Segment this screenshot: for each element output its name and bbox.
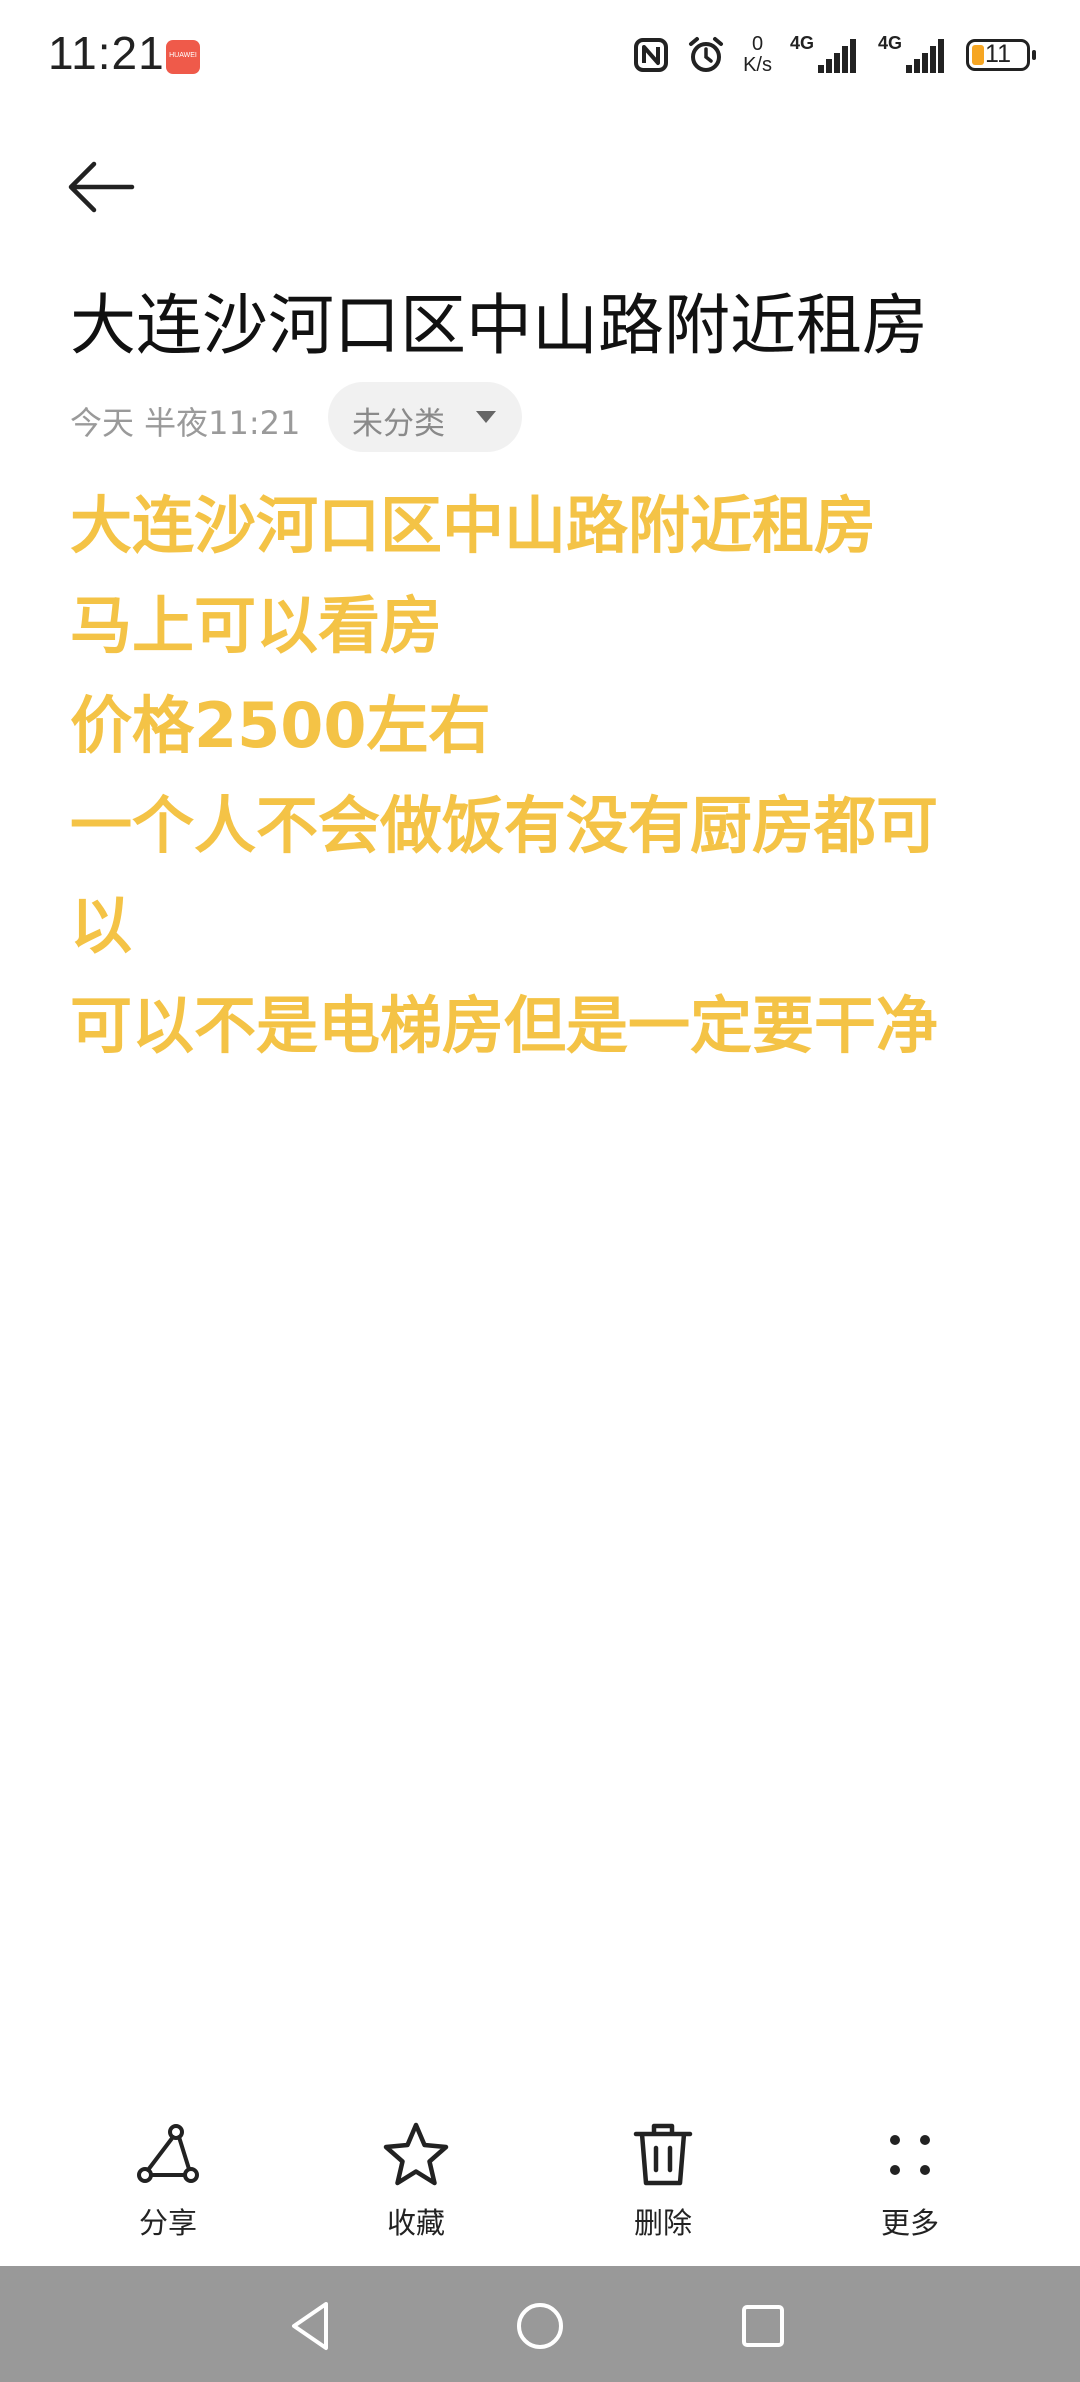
net-speed: 0 K/s bbox=[743, 34, 772, 76]
favorite-label: 收藏 bbox=[386, 2206, 445, 2240]
trash-icon bbox=[633, 2123, 693, 2186]
note-line: 一个人不会做饭有没有厨房都可 bbox=[70, 789, 939, 862]
note-line: 大连沙河口区中山路附近租房 bbox=[70, 489, 877, 562]
signal-1-label: 4G bbox=[790, 33, 815, 53]
status-icons: 0 K/s 4G 4G 11 bbox=[633, 30, 1036, 80]
nav-back-button[interactable] bbox=[282, 2296, 342, 2356]
battery-level: 11 bbox=[985, 40, 1011, 68]
share-icon bbox=[137, 2124, 199, 2183]
system-nav-bar bbox=[0, 2266, 1080, 2382]
app-badge-label: HUAWEI bbox=[169, 52, 197, 59]
note-line: 以 bbox=[70, 889, 133, 962]
category-label: 未分类 bbox=[352, 406, 445, 442]
note-line: 马上可以看房 bbox=[70, 589, 443, 662]
net-speed-unit: K/s bbox=[743, 54, 772, 76]
delete-label: 删除 bbox=[633, 2206, 692, 2240]
more-label: 更多 bbox=[880, 2206, 939, 2240]
net-speed-value: 0 bbox=[751, 33, 764, 55]
square-recents-icon bbox=[742, 2305, 784, 2347]
signal-2-label: 4G bbox=[878, 33, 903, 53]
delete-button[interactable]: 删除 bbox=[593, 2120, 733, 2250]
note-detail-screen: 11:21 HUAWEI 0 K/s 4G 4G 11 大连沙河口区中山路附近租… bbox=[0, 0, 1080, 2382]
note-timestamp: 今天 半夜11:21 bbox=[70, 404, 301, 442]
status-bar: 11:21 HUAWEI 0 K/s 4G 4G 11 bbox=[0, 0, 1080, 112]
nfc-icon bbox=[634, 38, 669, 72]
nav-home-button[interactable] bbox=[510, 2296, 570, 2356]
bottom-toolbar: 分享 收藏 删除 更多 bbox=[0, 2120, 1080, 2270]
note-line: 可以不是电梯房但是一定要干净 bbox=[70, 989, 939, 1062]
circle-home-icon bbox=[517, 2303, 563, 2349]
battery-icon: 11 bbox=[966, 39, 1036, 71]
more-button[interactable]: 更多 bbox=[840, 2120, 980, 2250]
back-button[interactable] bbox=[60, 152, 140, 222]
share-label: 分享 bbox=[138, 2206, 197, 2240]
alarm-icon bbox=[689, 37, 724, 72]
favorite-button[interactable]: 收藏 bbox=[346, 2120, 486, 2250]
signal-1-icon: 4G bbox=[790, 33, 860, 73]
more-dots-icon bbox=[890, 2135, 930, 2175]
status-time: 11:21 bbox=[48, 27, 165, 79]
arrow-left-icon bbox=[68, 161, 135, 213]
note-line: 价格2500左右 bbox=[70, 689, 491, 762]
category-selector[interactable]: 未分类 bbox=[328, 382, 522, 452]
star-icon bbox=[383, 2122, 449, 2186]
triangle-back-icon bbox=[292, 2302, 328, 2350]
note-body[interactable]: 大连沙河口区中山路附近租房 马上可以看房 价格2500左右 一个人不会做饭有没有… bbox=[70, 476, 1010, 1076]
signal-2-icon: 4G bbox=[878, 33, 948, 73]
caret-down-icon bbox=[476, 411, 496, 423]
app-notification-icon: HUAWEI bbox=[166, 40, 200, 74]
nav-recents-button[interactable] bbox=[733, 2296, 793, 2356]
note-title[interactable]: 大连沙河口区中山路附近租房 bbox=[70, 272, 928, 368]
share-button[interactable]: 分享 bbox=[98, 2120, 238, 2250]
